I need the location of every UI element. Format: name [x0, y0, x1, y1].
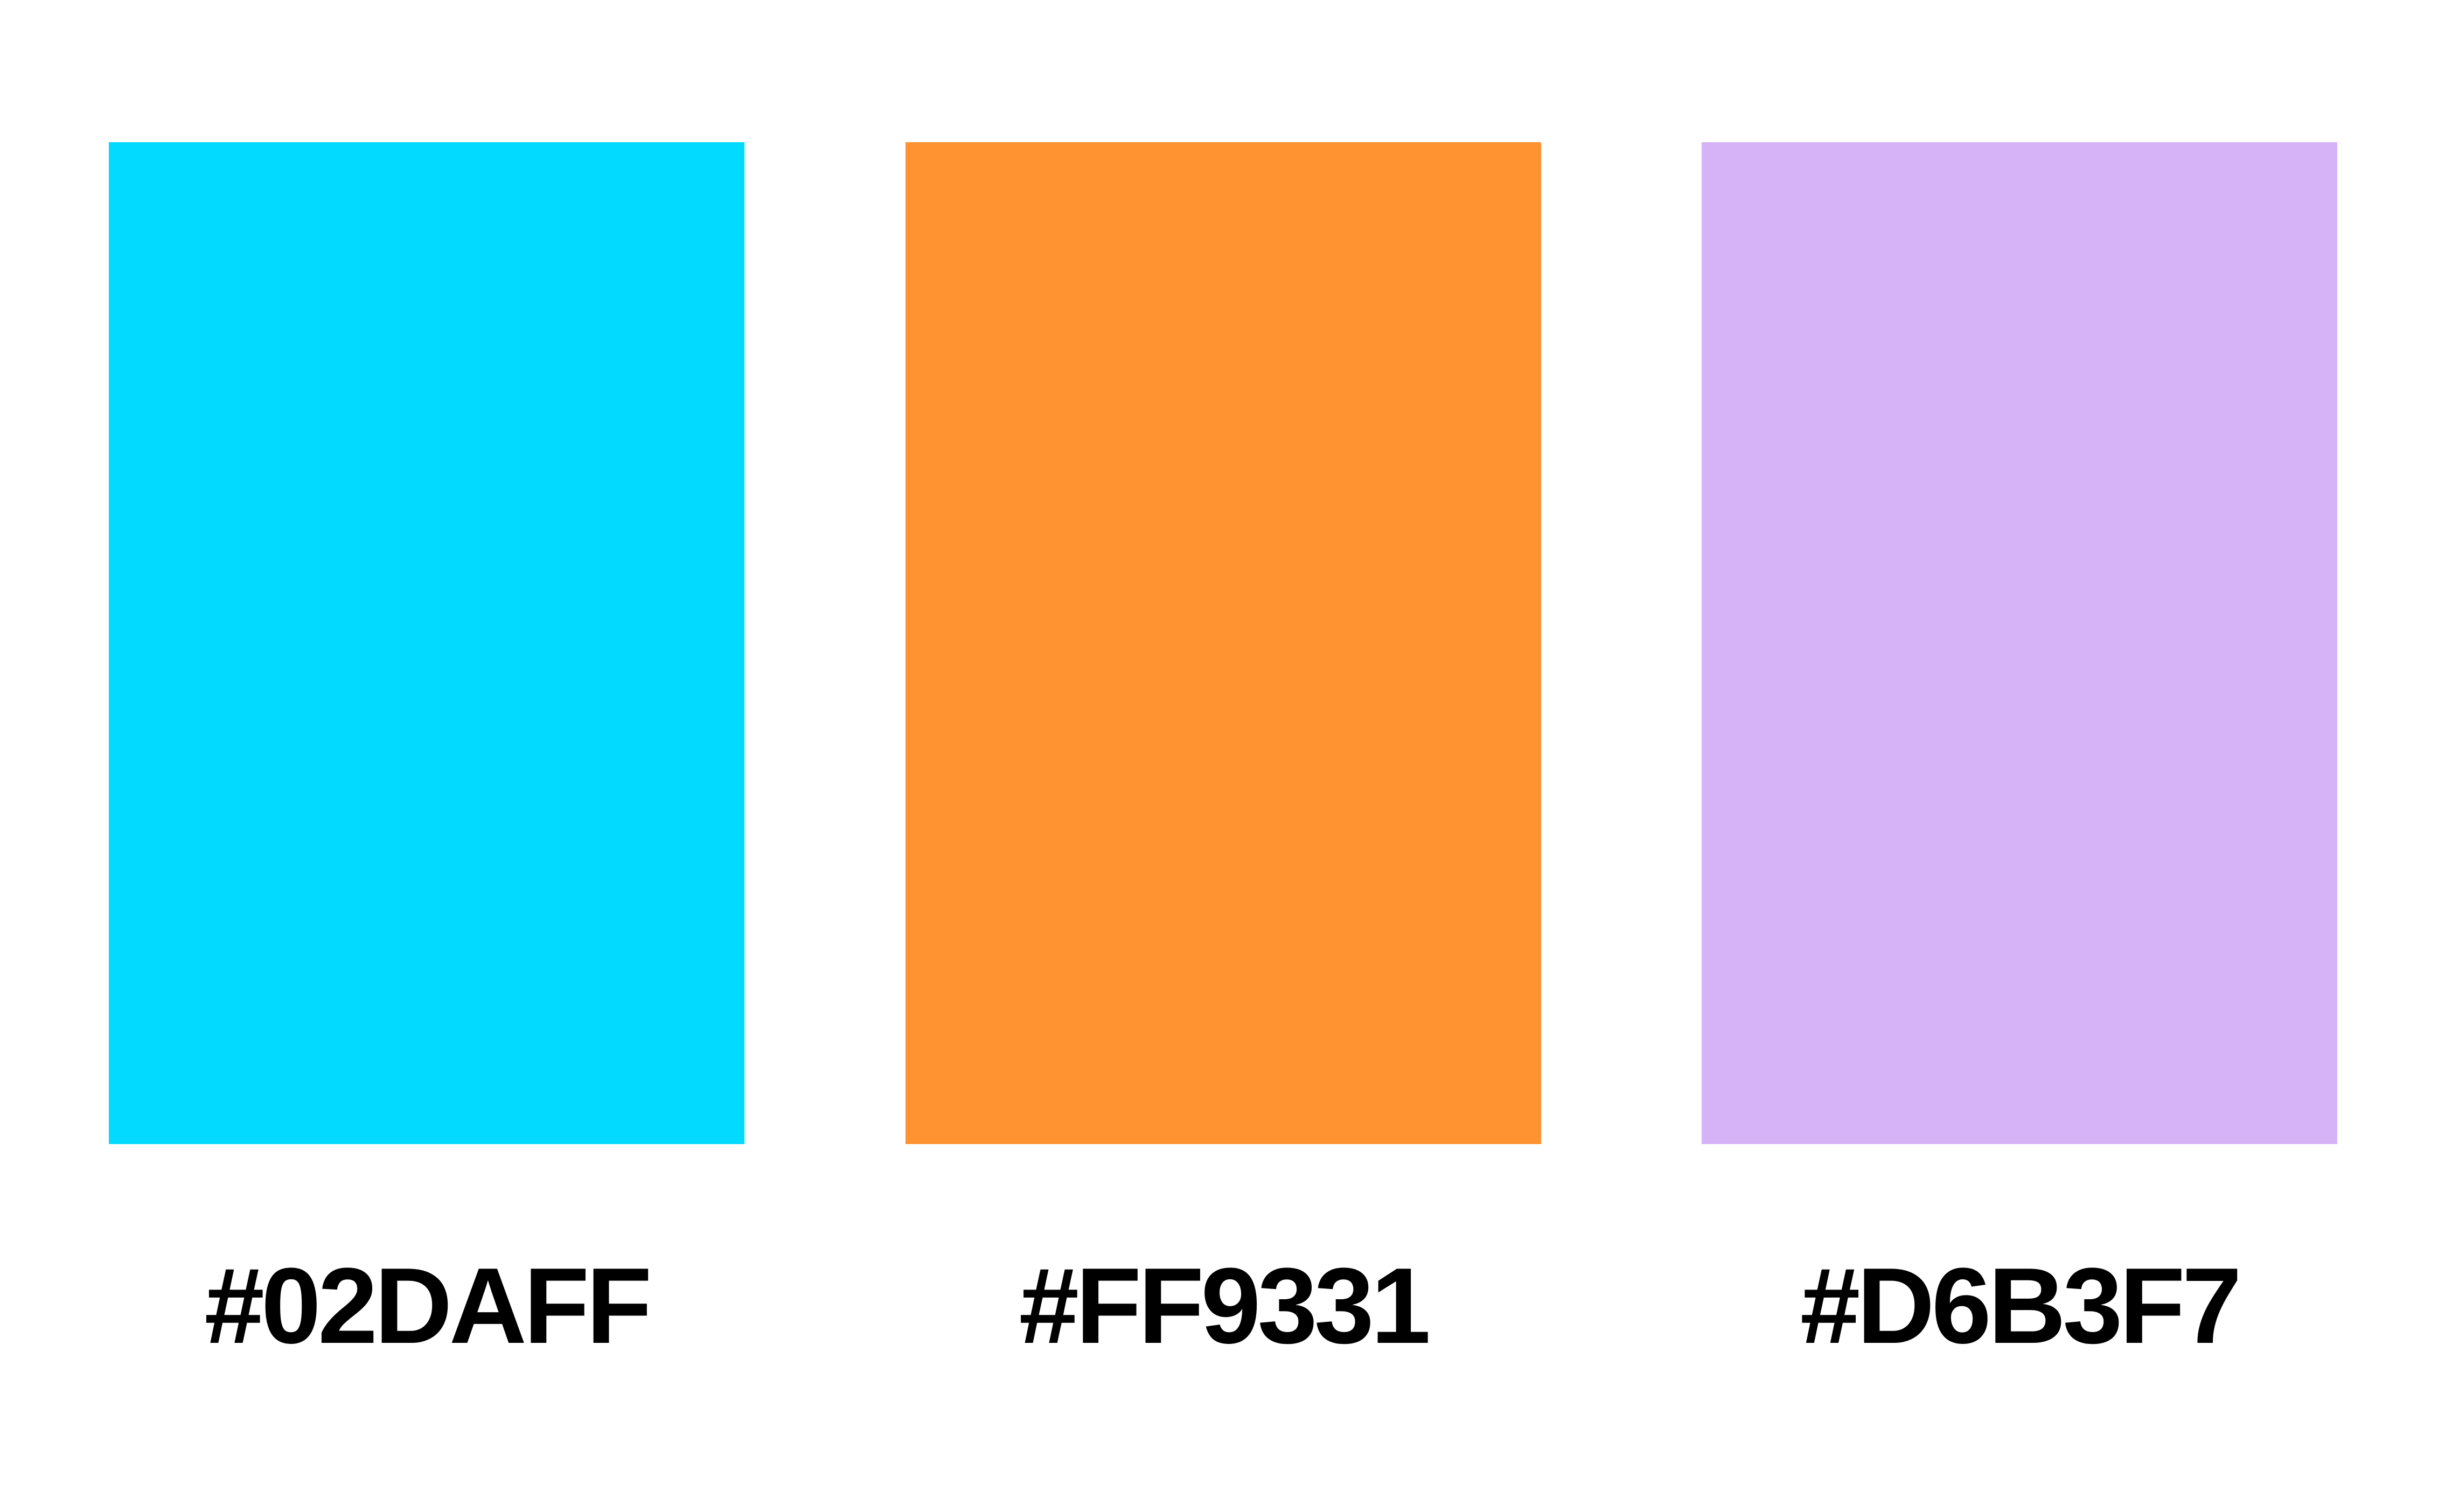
- swatch-card-3: #D6B3F7: [1702, 0, 2337, 1512]
- color-swatch-1: [109, 142, 744, 1144]
- swatch-hex-label-3: #D6B3F7: [1800, 1246, 2242, 1366]
- color-swatch-2: [905, 142, 1541, 1144]
- swatch-hex-label-1: #02DAFF: [204, 1246, 652, 1366]
- swatch-hex-label-2: #FF9331: [1019, 1246, 1431, 1366]
- color-palette: #02DAFF #FF9331 #D6B3F7: [0, 0, 2445, 1512]
- swatch-card-1: #02DAFF: [109, 0, 744, 1512]
- swatch-card-2: #FF9331: [905, 0, 1541, 1512]
- color-swatch-3: [1702, 142, 2337, 1144]
